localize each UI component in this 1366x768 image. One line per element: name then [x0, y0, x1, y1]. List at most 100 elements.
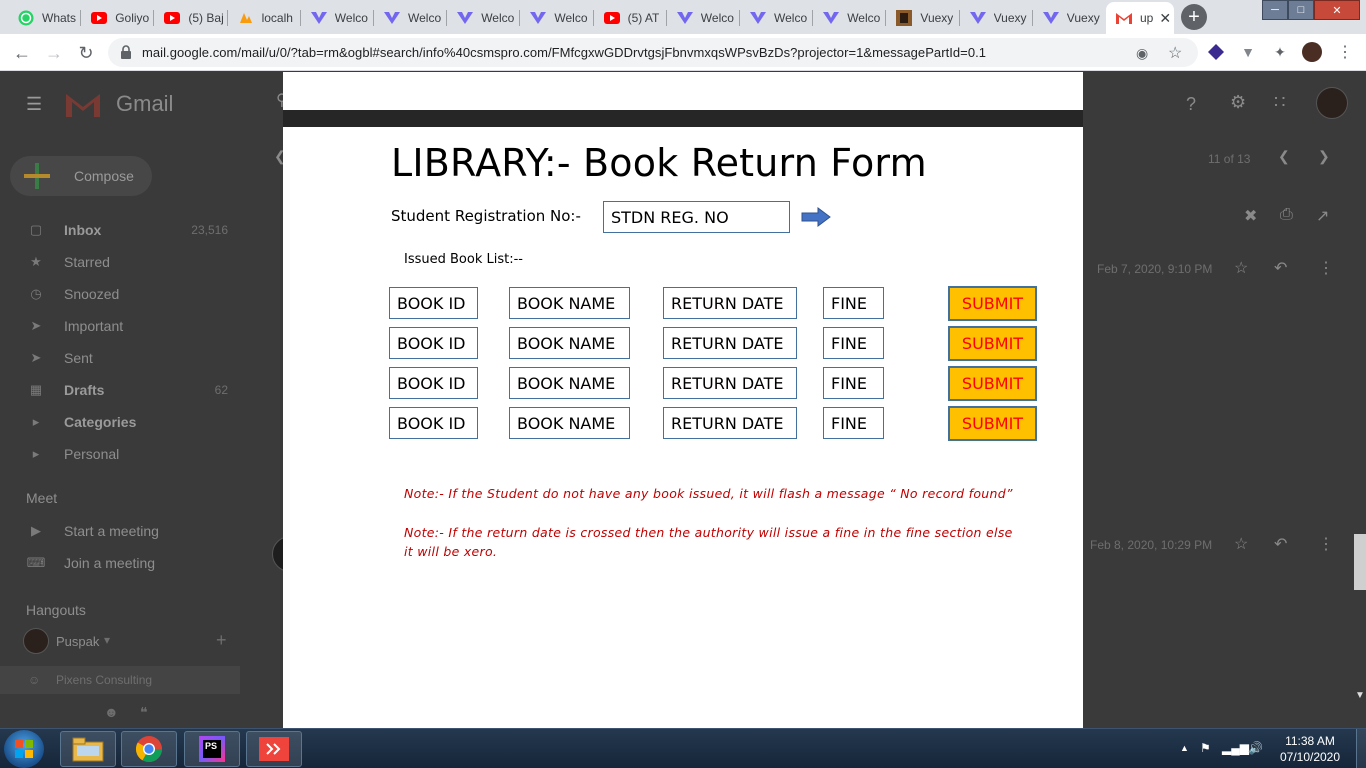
address-bar[interactable]: mail.google.com/mail/u/0/?tab=rm&ogbl#se…	[108, 38, 1198, 67]
sidebar-item-sent[interactable]: ➤ Sent	[0, 344, 250, 372]
star-icon-1[interactable]: ☆	[1234, 258, 1248, 278]
taskbar-chrome-icon[interactable]	[121, 731, 177, 767]
close-tab-icon[interactable]: ✕	[1159, 10, 1171, 27]
show-hidden-icons-icon[interactable]: ▲	[1180, 743, 1189, 753]
hangouts-user-name[interactable]: Puspak	[56, 634, 99, 649]
forward-icon[interactable]: →	[42, 41, 66, 65]
book-id-cell[interactable]: BOOK ID	[389, 367, 478, 399]
reload-icon[interactable]: ↻	[74, 41, 98, 65]
sidebar-item-drafts[interactable]: ▦ Drafts 62	[0, 376, 250, 404]
install-icon[interactable]: ◉	[1136, 45, 1148, 62]
return-date-cell[interactable]: RETURN DATE	[663, 327, 797, 359]
page-scrollbar-thumb[interactable]	[1354, 534, 1366, 590]
sidebar-item-personal[interactable]: ▸ Personal	[0, 440, 250, 468]
open-new-window-icon[interactable]: ↗	[1316, 206, 1329, 226]
browser-tab[interactable]: Whats	[8, 4, 79, 32]
browser-tab[interactable]: Welco	[813, 4, 884, 32]
new-tab-button[interactable]: +	[1181, 4, 1207, 30]
sidebar-item-snoozed[interactable]: ◷ Snoozed	[0, 280, 250, 308]
browser-tab[interactable]: Welco	[667, 4, 738, 32]
reply-icon-1[interactable]: ↶	[1274, 258, 1287, 278]
more-icon-1[interactable]: ⋮	[1318, 258, 1334, 278]
main-menu-icon[interactable]: ☰	[26, 94, 42, 115]
browser-tab[interactable]: Welco	[740, 4, 811, 32]
return-date-cell[interactable]: RETURN DATE	[663, 367, 797, 399]
hangouts-user-dropdown-icon[interactable]: ▾	[104, 633, 110, 647]
hangouts-quote-icon[interactable]: ❝	[140, 704, 148, 721]
hangouts-person-icon[interactable]: ☻	[104, 704, 119, 720]
window-close-button[interactable]: ✕	[1314, 0, 1360, 20]
browser-tab[interactable]: (5) Baj	[154, 4, 225, 32]
show-desktop-button[interactable]	[1356, 729, 1366, 768]
action-center-flag-icon[interactable]: ⚑	[1200, 741, 1211, 755]
book-name-cell[interactable]: BOOK NAME	[509, 287, 630, 319]
gmail-logo[interactable]: Gmail	[64, 90, 173, 118]
sidebar-item-inbox[interactable]: ▢ Inbox 23,516	[0, 216, 250, 244]
back-icon[interactable]: ←	[10, 41, 34, 65]
book-name-cell[interactable]: BOOK NAME	[509, 367, 630, 399]
submit-button[interactable]: SUBMIT	[948, 326, 1037, 361]
system-clock[interactable]: 11:38 AM 07/10/2020	[1270, 733, 1350, 765]
submit-button[interactable]: SUBMIT	[948, 366, 1037, 401]
extension-icon[interactable]	[1207, 43, 1225, 61]
book-id-cell[interactable]: BOOK ID	[389, 407, 478, 439]
registration-number-input[interactable]	[603, 201, 790, 233]
reply-icon-2[interactable]: ↶	[1274, 534, 1287, 554]
hangouts-user-avatar[interactable]	[23, 628, 49, 654]
taskbar-anydesk-icon[interactable]	[246, 731, 302, 767]
return-date-cell[interactable]: RETURN DATE	[663, 407, 797, 439]
browser-tab[interactable]: Vuexy	[886, 4, 957, 32]
taskbar-phpstorm-icon[interactable]: PS	[184, 731, 240, 767]
return-date-cell[interactable]: RETURN DATE	[663, 287, 797, 319]
browser-tab-active[interactable]: up ✕	[1106, 2, 1174, 34]
sidebar-item-categories[interactable]: ▸ Categories	[0, 408, 250, 436]
join-meeting-item[interactable]: ⌨ Join a meeting	[0, 549, 250, 577]
add-hangout-icon[interactable]: +	[216, 630, 227, 651]
start-meeting-item[interactable]: ▶ Start a meeting	[0, 517, 250, 545]
star-icon-2[interactable]: ☆	[1234, 534, 1248, 554]
fine-cell[interactable]: FINE	[823, 407, 884, 439]
bookmark-star-icon[interactable]: ☆	[1168, 43, 1182, 63]
book-id-cell[interactable]: BOOK ID	[389, 327, 478, 359]
scroll-down-icon[interactable]: ▼	[1354, 690, 1366, 710]
go-arrow-icon[interactable]	[801, 207, 831, 227]
browser-tab[interactable]: Goliyo	[81, 4, 152, 32]
browser-tab[interactable]: localh	[228, 4, 299, 32]
network-signal-icon[interactable]: ▂▄▆	[1222, 741, 1249, 755]
fine-cell[interactable]: FINE	[823, 327, 884, 359]
profile-avatar[interactable]	[1302, 42, 1322, 62]
collapse-icon[interactable]: ✖	[1244, 206, 1257, 226]
apps-grid-icon[interactable]: ∷	[1274, 92, 1285, 113]
compose-button[interactable]: Compose	[10, 156, 152, 196]
book-id-cell[interactable]: BOOK ID	[389, 287, 478, 319]
submit-button[interactable]: SUBMIT	[948, 286, 1037, 321]
browser-tab[interactable]: Vuexy	[1033, 4, 1104, 32]
volume-icon[interactable]: 🔊	[1248, 741, 1263, 755]
browser-tab[interactable]: Welco	[520, 4, 591, 32]
more-icon-2[interactable]: ⋮	[1318, 534, 1334, 554]
browser-menu-icon[interactable]: ⋮	[1336, 43, 1354, 61]
browser-tab[interactable]: Welco	[447, 4, 518, 32]
submit-button[interactable]: SUBMIT	[948, 406, 1037, 441]
vuetools-icon[interactable]: ▼	[1239, 43, 1257, 61]
next-page-icon[interactable]: ❯	[1318, 148, 1330, 165]
hangouts-contact-row[interactable]: ☺ Pixens Consulting	[0, 666, 240, 694]
fine-cell[interactable]: FINE	[823, 367, 884, 399]
browser-tab[interactable]: Welco	[301, 4, 372, 32]
prev-page-icon[interactable]: ❮	[1278, 148, 1290, 165]
settings-gear-icon[interactable]: ⚙	[1230, 92, 1246, 113]
browser-tab[interactable]: Vuexy	[960, 4, 1031, 32]
window-minimize-button[interactable]: ─	[1262, 0, 1288, 20]
window-maximize-button[interactable]: □	[1288, 0, 1314, 20]
browser-tab[interactable]: (5) AT	[594, 4, 665, 32]
help-icon[interactable]: ?	[1186, 94, 1196, 115]
browser-tab[interactable]: Welco	[374, 4, 445, 32]
book-name-cell[interactable]: BOOK NAME	[509, 407, 630, 439]
sidebar-item-important[interactable]: ➤ Important	[0, 312, 250, 340]
start-button[interactable]	[4, 730, 44, 768]
book-name-cell[interactable]: BOOK NAME	[509, 327, 630, 359]
taskbar-explorer-icon[interactable]	[60, 731, 116, 767]
sidebar-item-starred[interactable]: ★ Starred	[0, 248, 250, 276]
puzzle-extensions-icon[interactable]: ✦	[1271, 43, 1289, 61]
fine-cell[interactable]: FINE	[823, 287, 884, 319]
